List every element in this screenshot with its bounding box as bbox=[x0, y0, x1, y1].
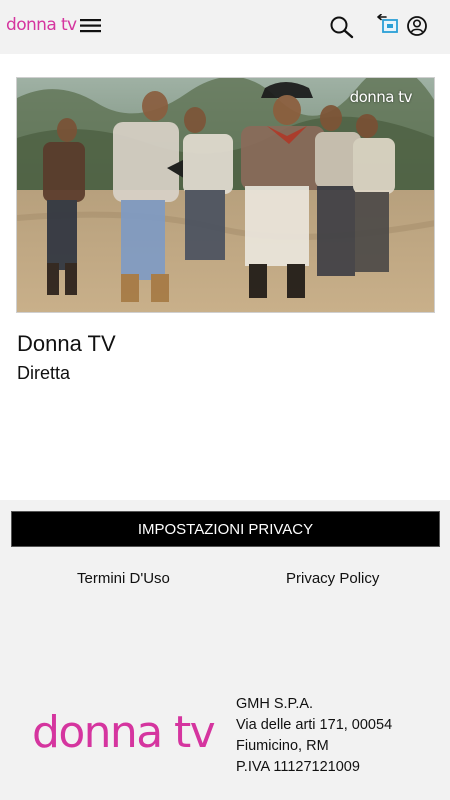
page-footer: IMPOSTAZIONI PRIVACY Termini D'Uso Priva… bbox=[0, 500, 450, 800]
channel-watermark: donna tv bbox=[349, 88, 413, 106]
video-frame bbox=[17, 78, 434, 312]
privacy-policy-link[interactable]: Privacy Policy bbox=[286, 570, 379, 587]
user-account-icon[interactable] bbox=[406, 15, 428, 37]
footer-donna-tv-logo: donna tv bbox=[32, 707, 216, 758]
channel-title: Donna TV bbox=[17, 331, 116, 356]
company-address: Via delle arti 171, 00054 bbox=[236, 717, 393, 733]
live-label: Diretta bbox=[17, 363, 71, 383]
company-vat: P.IVA 11127121009 bbox=[236, 759, 360, 775]
company-info: GMH S.P.A. Via delle arti 171, 00054 Fiu… bbox=[236, 694, 392, 778]
app-header: donna tv bbox=[0, 0, 450, 54]
cast-icon[interactable] bbox=[374, 13, 400, 36]
video-player[interactable]: donna tv bbox=[16, 77, 435, 313]
terms-of-use-link[interactable]: Termini D'Uso bbox=[77, 570, 170, 587]
company-name: GMH S.P.A. bbox=[236, 696, 314, 712]
search-icon[interactable] bbox=[328, 14, 356, 40]
donna-tv-logo[interactable]: donna tv bbox=[6, 15, 77, 35]
privacy-settings-button[interactable]: IMPOSTAZIONI PRIVACY bbox=[11, 511, 440, 547]
hamburger-menu-icon[interactable] bbox=[79, 18, 103, 34]
company-city: Fiumicino, RM bbox=[236, 738, 329, 754]
